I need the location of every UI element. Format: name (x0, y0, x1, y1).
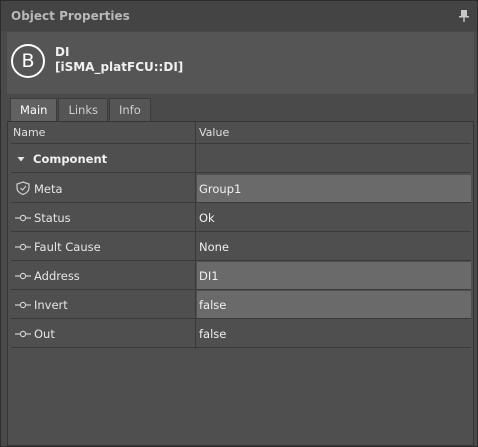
object-name: DI (55, 45, 70, 59)
tab-links[interactable]: Links (58, 98, 108, 122)
property-label: Status (34, 211, 71, 225)
section-label: Component (33, 152, 108, 166)
property-label: Out (34, 327, 55, 341)
collapse-arrow-icon[interactable] (17, 155, 25, 163)
panel-titlebar: Object Properties (1, 1, 477, 31)
slot-icon (15, 330, 31, 338)
property-value: Ok (199, 211, 215, 225)
object-icon-letter: B (21, 50, 35, 72)
property-row-status[interactable]: Status Ok (11, 203, 471, 232)
property-row-out[interactable]: Out false (11, 319, 471, 348)
column-header-name[interactable]: Name (13, 126, 45, 139)
object-type: [iSMA_platFCU::DI] (55, 60, 184, 74)
object-header: B DI [iSMA_platFCU::DI] (7, 32, 474, 94)
slot-icon (15, 214, 31, 222)
slot-icon (15, 243, 31, 251)
pin-icon[interactable] (459, 10, 469, 22)
property-value-field[interactable]: Group1 (197, 175, 471, 202)
property-label: Fault Cause (34, 240, 101, 254)
bacnet-icon: B (11, 44, 45, 78)
shield-icon (16, 181, 30, 195)
property-row-fault-cause[interactable]: Fault Cause None (11, 232, 471, 261)
column-header-value[interactable]: Value (199, 126, 229, 139)
section-component[interactable]: Component (11, 145, 471, 173)
property-value-field[interactable]: DI1 (197, 262, 471, 289)
property-value-field[interactable]: false (197, 291, 471, 318)
slot-icon (15, 272, 31, 280)
property-grid: Name Value Component Meta Group1 Status … (7, 121, 474, 446)
property-label: Invert (34, 298, 68, 312)
property-row-address[interactable]: Address DI1 (11, 261, 471, 290)
property-label: Meta (34, 182, 63, 196)
panel-title: Object Properties (11, 9, 130, 23)
property-label: Address (34, 269, 80, 283)
grid-header: Name Value (11, 122, 471, 144)
tab-info[interactable]: Info (109, 98, 151, 122)
property-row-invert[interactable]: Invert false (11, 290, 471, 319)
tab-bar: Main Links Info (10, 98, 152, 122)
tab-main[interactable]: Main (10, 98, 58, 122)
property-row-meta[interactable]: Meta Group1 (11, 174, 471, 203)
object-properties-panel: Object Properties B DI [iSMA_platFCU::DI… (0, 0, 478, 447)
property-value: false (199, 327, 227, 341)
slot-icon (15, 301, 31, 309)
property-value: None (199, 240, 230, 254)
